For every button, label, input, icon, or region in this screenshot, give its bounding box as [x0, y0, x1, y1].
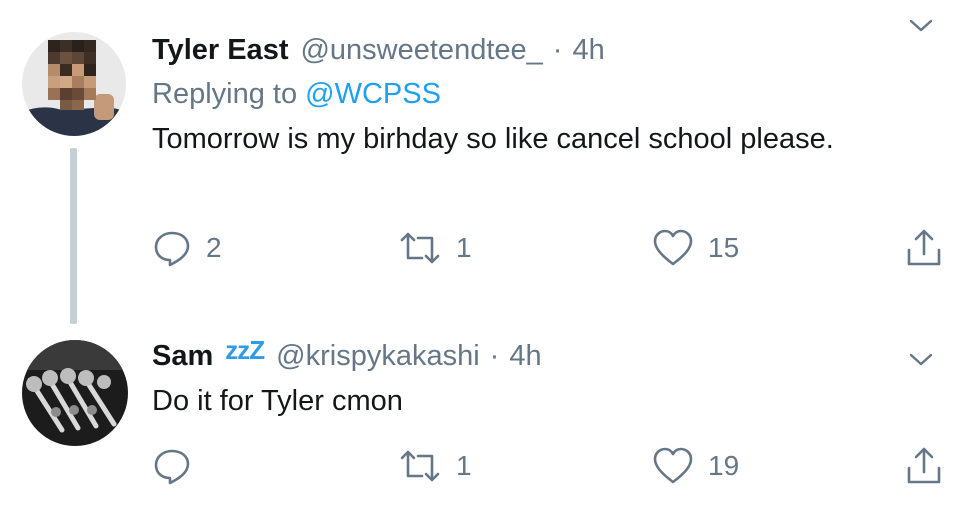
- chevron-down-icon[interactable]: [904, 342, 938, 376]
- replying-prefix: Replying to: [152, 78, 298, 110]
- replying-to: Replying to @WCPSS: [152, 72, 940, 116]
- like-icon: [653, 229, 693, 266]
- tweet-2[interactable]: Sam zzZ @krispykakashi · 4h Do it for Ty…: [0, 322, 960, 518]
- tweet-text: Tomorrow is my birhday so like cancel sc…: [152, 123, 834, 155]
- tweet-header: Sam zzZ @krispykakashi · 4h: [152, 334, 940, 378]
- avatar[interactable]: [22, 340, 128, 446]
- retweet-button[interactable]: 1: [398, 444, 472, 488]
- tweet-1[interactable]: Tyler East @unsweetendtee_ · 4h Replying…: [0, 0, 960, 324]
- reply-button[interactable]: 2: [152, 226, 222, 270]
- retweet-count: 1: [456, 232, 472, 263]
- user-handle[interactable]: @unsweetendtee_: [300, 34, 542, 67]
- share-button[interactable]: [904, 444, 944, 488]
- user-handle[interactable]: @krispykakashi: [276, 340, 480, 373]
- like-count: 15: [708, 232, 740, 263]
- share-icon: [907, 447, 941, 484]
- avatar[interactable]: [22, 32, 126, 136]
- separator-dot: ·: [552, 33, 563, 66]
- tweet-actions: 2 1 15: [152, 226, 942, 270]
- trumpets-avatar-image: [22, 340, 128, 446]
- timestamp[interactable]: 4h: [572, 34, 604, 67]
- timestamp[interactable]: 4h: [509, 340, 541, 373]
- tweet-header: Tyler East @unsweetendtee_ · 4h: [152, 28, 940, 72]
- separator-dot: ·: [489, 339, 500, 372]
- thread-line: [70, 148, 77, 324]
- tweet-content: Sam zzZ @krispykakashi · 4h Do it for Ty…: [152, 334, 940, 422]
- user-name[interactable]: Tyler East: [152, 34, 288, 67]
- sleeping-zzz-emoji: zzZ: [225, 334, 265, 365]
- reply-button[interactable]: [152, 444, 206, 488]
- reply-icon: [154, 231, 190, 267]
- like-icon: [653, 447, 693, 484]
- share-icon: [907, 229, 941, 266]
- reply-icon: [154, 449, 190, 485]
- share-button[interactable]: [904, 226, 944, 270]
- reply-count: 2: [206, 232, 222, 263]
- retweet-count: 1: [456, 450, 472, 481]
- tweet-text: Do it for Tyler cmon: [152, 385, 403, 417]
- retweet-icon: [400, 232, 440, 264]
- tweet-content: Tyler East @unsweetendtee_ · 4h Replying…: [152, 28, 940, 160]
- user-name[interactable]: Sam: [152, 340, 213, 373]
- like-button[interactable]: 19: [652, 444, 739, 488]
- like-count: 19: [708, 450, 740, 481]
- tweet-actions: 1 19: [152, 444, 942, 488]
- retweet-icon: [400, 450, 440, 482]
- replying-to-link[interactable]: @WCPSS: [305, 78, 441, 110]
- retweet-button[interactable]: 1: [398, 226, 472, 270]
- chevron-down-icon[interactable]: [904, 8, 938, 42]
- like-button[interactable]: 15: [652, 226, 739, 270]
- pixelated-avatar-image: [22, 32, 126, 136]
